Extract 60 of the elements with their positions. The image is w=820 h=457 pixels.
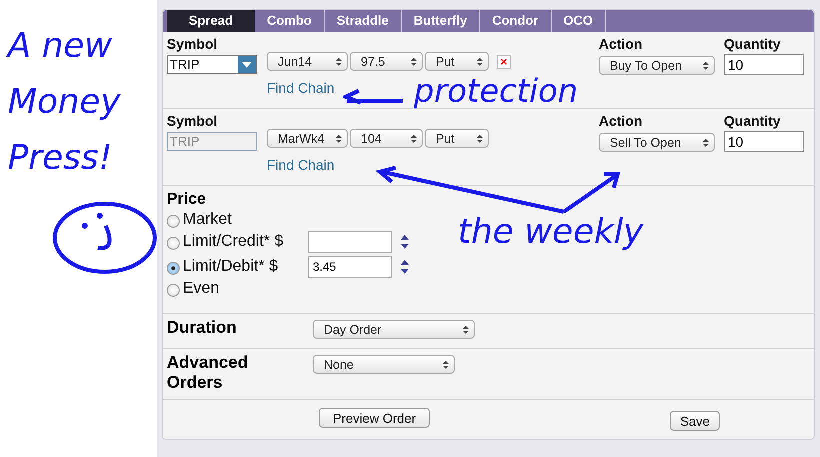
symbol-field[interactable]: TRIP [167,55,257,74]
quantity-field[interactable]: 10 [724,54,804,75]
updown-icon [463,324,469,334]
tab[interactable]: Butterfly [402,10,480,32]
dropdown-icon[interactable] [238,56,256,73]
tab[interactable]: Straddle [324,10,402,32]
field-label: Action [599,36,644,52]
updown-icon [443,360,449,370]
field-label: Symbol [167,36,219,52]
option-label: Limit/Debit* $ [183,258,280,276]
tab[interactable]: OCO [552,10,606,32]
handwritten-note: A new Money Press! [8,25,122,180]
updown-icon [336,134,342,144]
updown-icon [411,134,417,144]
find-chain-link[interactable]: Find Chain [267,80,335,96]
duration-select[interactable]: Day Order [313,320,475,339]
updown-icon [703,60,709,70]
preview-order-button[interactable]: Preview Order [319,408,430,428]
section-title: Advanced Orders [167,353,250,394]
field-label: Symbol [167,113,219,129]
section-title: Price [167,191,208,210]
section-title: Duration [167,318,238,339]
updown-icon [477,134,483,144]
remove-button[interactable]: × [497,54,511,68]
price-field[interactable] [308,230,392,252]
radio-button[interactable] [167,262,180,275]
action-select[interactable]: Sell To Open [599,133,715,152]
strike-select[interactable]: 104 [350,129,423,148]
arrow-drawing [343,87,405,107]
action-select[interactable]: Buy To Open [599,56,715,75]
radio-button[interactable] [167,215,180,228]
stepper-icon[interactable] [400,258,410,274]
quantity-field[interactable]: 10 [724,131,804,152]
handwritten-note: the weekly [458,212,644,252]
advanced-orders-select[interactable]: None [313,355,455,374]
option-label: Market [183,210,232,228]
find-chain-link[interactable]: Find Chain [267,157,335,173]
stepper-icon[interactable] [400,234,410,250]
field-label: Quantity [724,36,782,52]
tab[interactable]: Combo [255,10,325,32]
tab[interactable]: Condor [480,10,552,32]
field-label: Action [599,113,644,129]
option-label: Even [183,280,220,298]
save-button[interactable]: Save [670,411,720,431]
tab[interactable]: Spread [167,10,256,32]
type-select[interactable]: Put [425,129,489,148]
radio-button[interactable] [167,237,180,250]
field-label: Quantity [724,113,782,129]
updown-icon [477,56,483,66]
price-field[interactable]: 3.45 [308,256,392,278]
handwritten-note: protection [414,72,578,110]
type-select[interactable]: Put [425,52,489,71]
expiry-select[interactable]: Jun14 [267,52,348,71]
radio-button[interactable] [167,284,180,297]
expiry-select[interactable]: MarWk4 [267,129,348,148]
strike-select[interactable]: 97.5 [350,52,423,71]
option-label: Limit/Credit* $ [183,232,284,250]
updown-icon [411,56,417,66]
updown-icon [703,138,709,148]
updown-icon [336,56,342,66]
